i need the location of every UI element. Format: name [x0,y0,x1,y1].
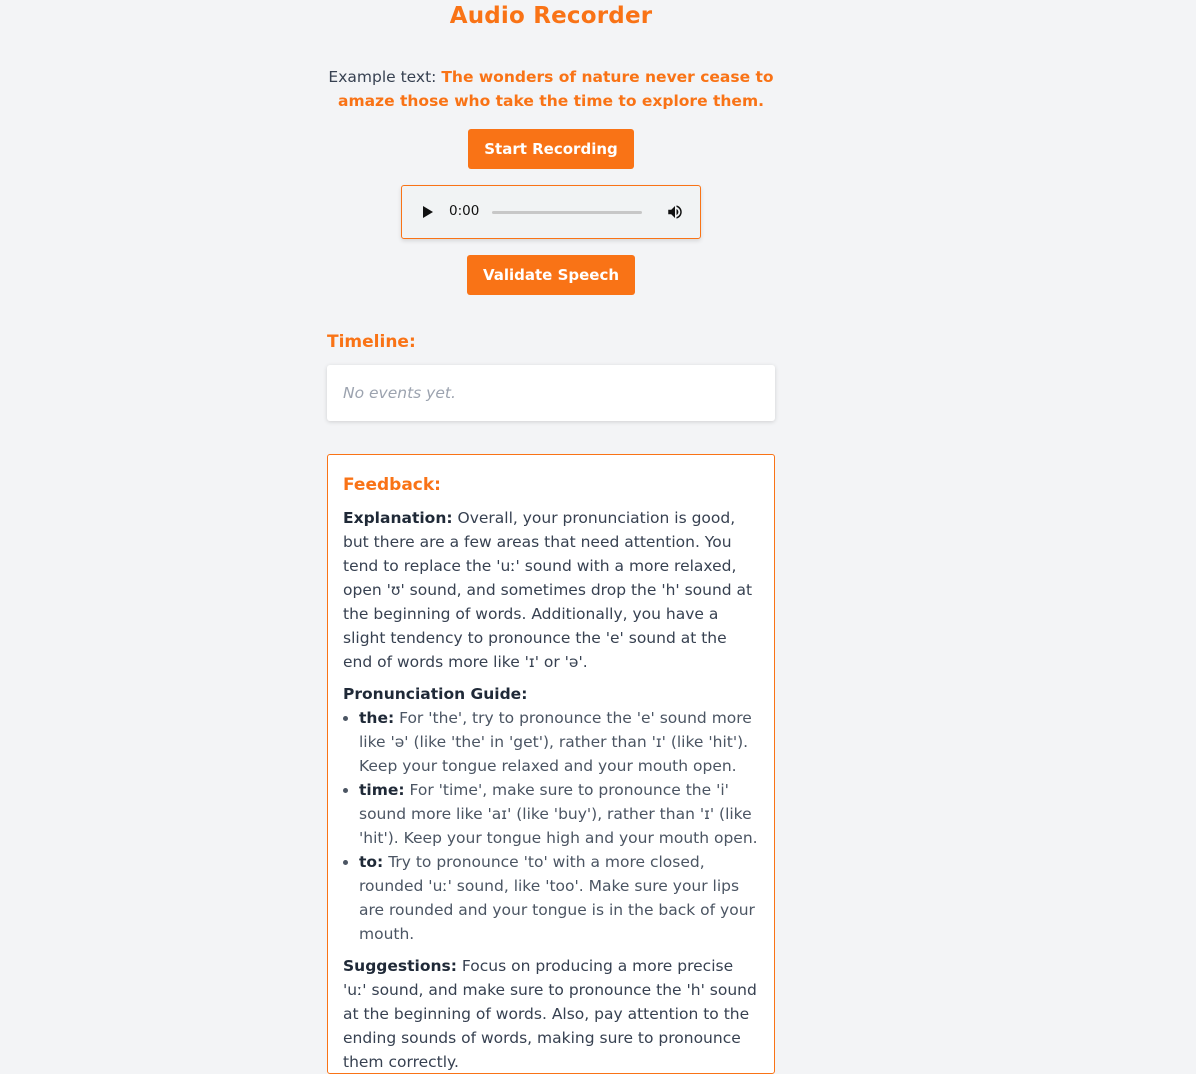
volume-icon[interactable] [666,203,684,221]
audio-player: 0:00 [401,185,701,239]
audio-current-time: 0:00 [449,203,480,219]
play-icon[interactable] [423,206,433,218]
page-title: Audio Recorder [449,3,653,29]
feedback-explanation: Explanation: Overall, your pronunciation… [343,506,759,674]
feedback-panel: Feedback: Explanation: Overall, your pro… [327,454,775,1074]
explanation-text: Overall, your pronunciation is good, but… [343,509,753,671]
example-text-block: Example text: The wonders of nature neve… [327,65,775,113]
guide-word: time: [359,781,405,799]
start-recording-button[interactable]: Start Recording [468,129,634,169]
main-container: Audio Recorder Example text: The wonders… [327,0,775,1074]
list-item: time: For 'time', make sure to pronounce… [359,778,759,850]
timeline-empty-text: No events yet. [343,384,456,402]
feedback-suggestions: Suggestions: Focus on producing a more p… [343,954,759,1074]
guide-text: For 'the', try to pronounce the 'e' soun… [359,709,752,775]
validate-speech-button[interactable]: Validate Speech [466,255,636,295]
list-item: to: Try to pronounce 'to' with a more cl… [359,850,759,946]
explanation-label: Explanation: [343,509,453,527]
audio-progress-track[interactable] [492,211,642,214]
pronunciation-guide-heading: Pronunciation Guide: [343,685,528,703]
pronunciation-guide-list: the: For 'the', try to pronounce the 'e'… [343,706,759,946]
guide-text: For 'time', make sure to pronounce the '… [359,781,758,847]
guide-word: the: [359,709,395,727]
feedback-heading: Feedback: [343,475,441,495]
example-label: Example text: [328,68,442,86]
guide-text: Try to pronounce 'to' with a more closed… [359,853,755,943]
suggestions-label: Suggestions: [343,957,457,975]
timeline-panel: No events yet. [327,365,775,421]
guide-word: to: [359,853,384,871]
pronunciation-guide-label: Pronunciation Guide: [343,682,759,706]
timeline-heading: Timeline: [327,332,416,352]
list-item: the: For 'the', try to pronounce the 'e'… [359,706,759,778]
